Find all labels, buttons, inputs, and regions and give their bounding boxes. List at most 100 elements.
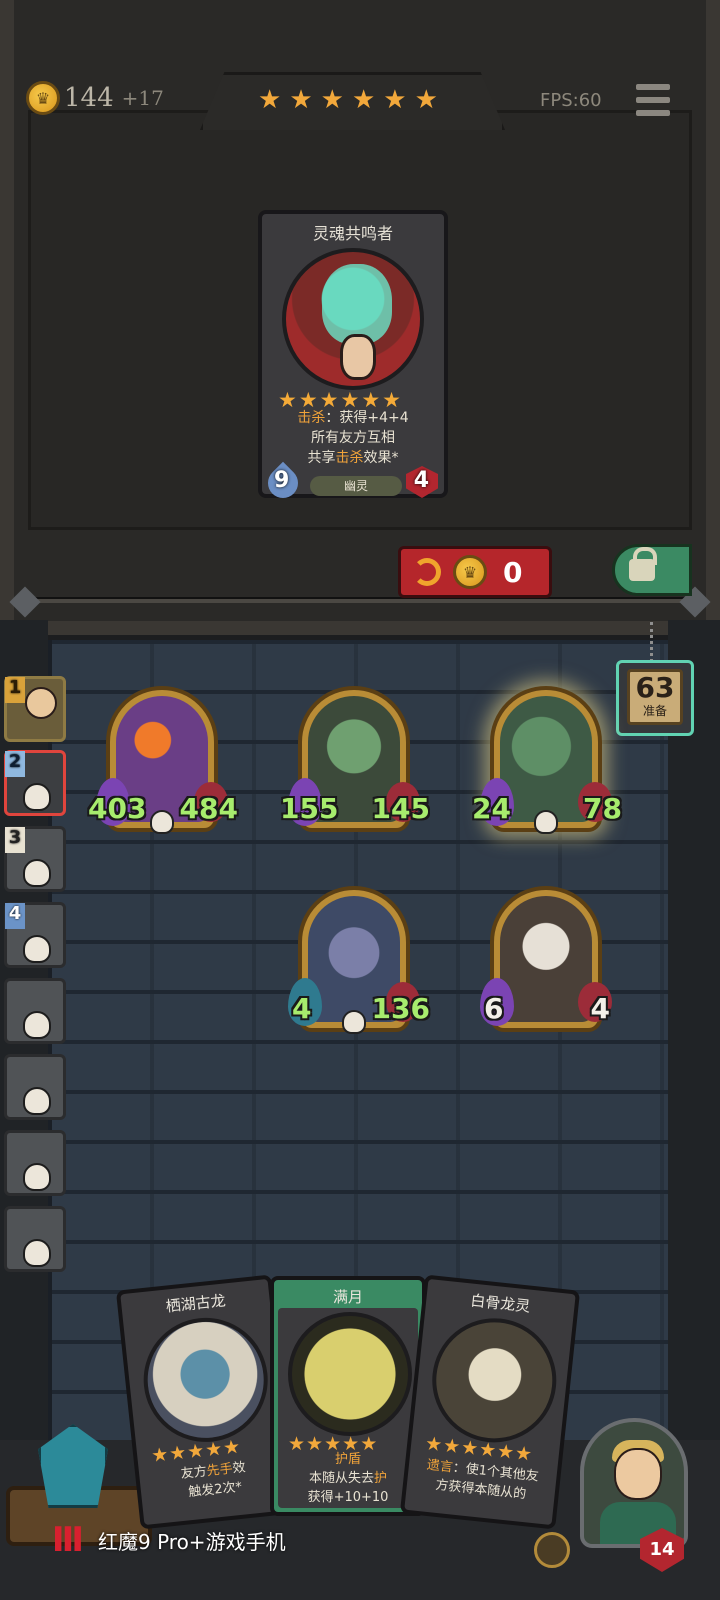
skull-icon	[23, 1011, 51, 1039]
hero-face	[614, 1448, 662, 1500]
star-icon: ★	[383, 85, 407, 115]
skull-icon	[342, 1010, 366, 1034]
skull-icon	[23, 783, 51, 811]
opponent-slot[interactable]	[4, 1206, 66, 1272]
menu-icon[interactable]	[636, 84, 670, 116]
hero-power-button[interactable]	[534, 1532, 570, 1568]
minion-health: 136	[371, 992, 430, 1025]
star-icon: ★	[258, 85, 282, 115]
keyword: 护	[374, 1471, 388, 1486]
text: 友方	[180, 1464, 208, 1482]
skull-icon	[23, 1163, 51, 1191]
skull-icon	[23, 859, 51, 887]
keyword: 先手	[206, 1461, 234, 1480]
star-icon: ★	[289, 85, 313, 115]
board-minion[interactable]: 403 484	[88, 686, 238, 836]
opponent-avatar	[25, 687, 57, 719]
refresh-cost: 0	[503, 555, 523, 589]
card-art	[282, 248, 424, 390]
board-minion[interactable]: 155 145	[280, 686, 430, 836]
minion-attack: 24	[472, 792, 511, 825]
board-minion[interactable]: 24 78	[472, 686, 622, 836]
gold-counter: ♛ 144 +17	[26, 80, 164, 116]
minion-health: 4	[590, 992, 610, 1025]
gold-coin-icon: ♛	[26, 81, 60, 115]
text: 所有友方互相	[311, 430, 395, 446]
lock-shop-button[interactable]	[612, 544, 692, 596]
watermark-text: 红魔9 Pro+游戏手机	[98, 1529, 286, 1554]
skull-icon	[23, 1087, 51, 1115]
card-tribe: 幽灵	[310, 476, 402, 496]
shop-frame-ledge	[26, 597, 694, 603]
lake-dragon-art	[137, 1311, 274, 1449]
hand-card-name: 栖湖古龙	[164, 1291, 227, 1316]
opponent-slot[interactable]: 2	[4, 750, 66, 816]
minion-health: 78	[583, 792, 622, 825]
star-icon: ★	[351, 85, 376, 115]
device-watermark: Ⅲ 红魔9 Pro+游戏手机	[48, 1520, 286, 1560]
ghost-figure	[322, 264, 392, 344]
frame-corner-left	[9, 586, 41, 618]
ready-label: 准备	[642, 704, 667, 718]
minion-attack: 6	[484, 992, 504, 1025]
refresh-icon	[413, 558, 441, 586]
shop-minion-card[interactable]: 灵魂共鸣者 ★ ★ ★ ★ ★ ★ 击杀：获得+4+4 所有友方互相 共享击杀效…	[258, 210, 448, 505]
lock-icon	[629, 547, 657, 581]
hero-portrait[interactable]	[580, 1418, 688, 1548]
hand-card[interactable]: 白骨龙灵 ★ ★ ★ ★ ★ ★ 遗言：使1个其他友 方获得本随从的	[399, 1274, 581, 1530]
ready-plate: 63 准备	[627, 669, 683, 725]
opponent-slot[interactable]: 4	[4, 902, 66, 968]
text: 效	[231, 1460, 247, 1477]
opponent-slot[interactable]: 1	[4, 676, 66, 742]
opponent-rank: 2	[5, 751, 25, 777]
chain	[650, 622, 658, 662]
gold-income: +17	[121, 86, 164, 110]
minion-health: 145	[371, 792, 430, 825]
text: 共享	[307, 450, 336, 466]
keyword: 护盾	[334, 1452, 361, 1467]
tavern-tier-stars: ★ ★ ★ ★ ★ ★	[258, 86, 438, 114]
keyword: 遗言	[426, 1457, 454, 1476]
man-figure	[340, 334, 376, 380]
board-minion[interactable]: 4 136	[288, 886, 430, 1036]
card-attack: 9	[274, 468, 290, 493]
card-health: 4	[413, 468, 429, 493]
opponent-slot[interactable]: 3	[4, 826, 66, 892]
text: 获得+10+10	[307, 1490, 389, 1505]
refresh-button[interactable]: ♛ 0	[398, 546, 552, 598]
gold-amount: 144	[64, 83, 114, 113]
skull-icon	[534, 810, 558, 834]
board-minion[interactable]: 6 4	[480, 886, 612, 1036]
hand-card-text: 护盾 本随从失去护 获得+10+10	[284, 1450, 412, 1507]
opponent-slot[interactable]	[4, 1054, 66, 1120]
star-icon: ★	[414, 85, 438, 115]
text: 本随从失去	[308, 1471, 374, 1486]
minion-health: 484	[179, 792, 238, 825]
bone-dragon-art	[426, 1312, 563, 1449]
minion-attack: 4	[292, 992, 312, 1025]
fps-readout: FPS:60	[540, 90, 602, 111]
right-wall	[668, 620, 720, 1440]
opponent-slot[interactable]	[4, 978, 66, 1044]
keyword: 击杀	[335, 450, 364, 466]
ready-timer[interactable]: 63 准备	[616, 660, 694, 736]
hand-card-name: 白骨龙灵	[469, 1291, 532, 1316]
text: 效果*	[363, 450, 399, 466]
opponent-rank: 4	[5, 903, 25, 929]
opponent-rank: 3	[5, 827, 25, 853]
minion-attack: 403	[88, 792, 147, 825]
full-moon-art	[288, 1312, 412, 1436]
card-description: 击杀：获得+4+4 所有友方互相 共享击杀效果*	[274, 408, 432, 468]
star-icon: ★	[320, 85, 344, 115]
opponent-rank: 1	[5, 677, 25, 703]
text: ：获得+4+4	[325, 410, 409, 426]
ready-count: 63	[635, 671, 675, 704]
card-name: 灵魂共鸣者	[312, 224, 393, 243]
opponent-slot[interactable]	[4, 1130, 66, 1196]
skull-icon	[23, 1239, 51, 1267]
skull-icon	[150, 810, 174, 834]
hand-card-name: 满月	[332, 1288, 363, 1306]
red-magic-logo-icon: Ⅲ	[51, 1520, 85, 1560]
gold-coin-icon: ♛	[453, 555, 487, 589]
keyword: 击杀	[297, 410, 326, 426]
